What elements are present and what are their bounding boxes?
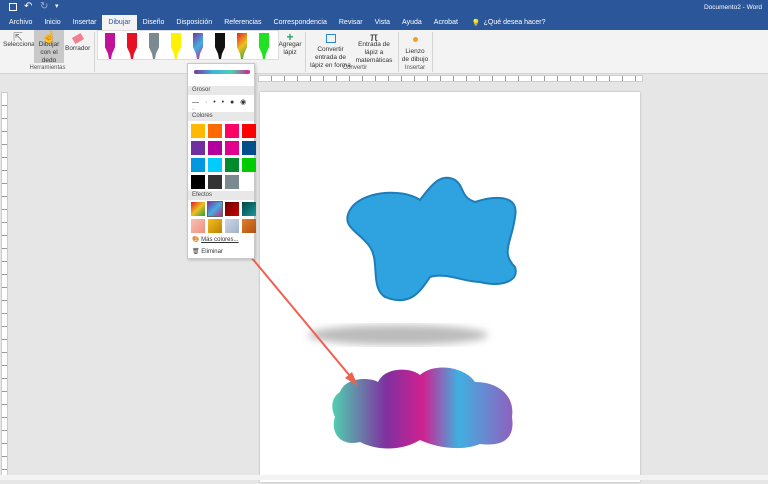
color-swatch[interactable]: [191, 175, 205, 189]
effect-swatch-galaxy[interactable]: [207, 201, 223, 217]
effect-swatch-ocean[interactable]: [242, 202, 256, 216]
color-swatch[interactable]: [225, 141, 239, 155]
pen-preview: [194, 70, 250, 74]
delete-item[interactable]: 🗑 Eliminar: [192, 248, 223, 255]
color-swatch[interactable]: [191, 124, 205, 138]
color-swatch[interactable]: [242, 141, 256, 155]
color-swatch[interactable]: [225, 158, 239, 172]
colors-header: Colores: [188, 112, 254, 121]
color-swatch[interactable]: [191, 158, 205, 172]
more-colors-item[interactable]: 🎨 Más colores...: [192, 236, 239, 243]
trash-icon: 🗑: [192, 249, 200, 255]
effect-swatch-silver[interactable]: [225, 219, 239, 233]
effect-swatch-bronze[interactable]: [242, 219, 256, 233]
color-swatch[interactable]: [242, 124, 256, 138]
color-swatch[interactable]: [191, 141, 205, 155]
color-swatch[interactable]: [208, 124, 222, 138]
thickness-options[interactable]: — · • • ● ◉ ·: [192, 98, 254, 113]
thickness-header: Grosor: [188, 86, 254, 95]
status-bar: [0, 475, 768, 480]
color-swatch[interactable]: [208, 158, 222, 172]
effect-swatch-gold[interactable]: [208, 219, 222, 233]
color-swatch[interactable]: [208, 175, 222, 189]
pen-options-dropdown: Grosor — · • • ● ◉ · Colores Efectos 🎨 M…: [187, 63, 256, 259]
effect-swatch-rainbow[interactable]: [191, 202, 205, 216]
color-swatch[interactable]: [225, 175, 239, 189]
annotation-layer: [211, 209, 358, 386]
palette-icon: 🎨: [192, 237, 200, 243]
effect-swatch-rose-gold[interactable]: [191, 219, 205, 233]
color-swatch[interactable]: [242, 158, 256, 172]
arrowhead-icon: [345, 372, 358, 386]
color-swatch[interactable]: [225, 124, 239, 138]
color-swatch[interactable]: [208, 141, 222, 155]
effect-swatch-lava[interactable]: [225, 202, 239, 216]
effects-header: Efectos: [188, 191, 254, 200]
